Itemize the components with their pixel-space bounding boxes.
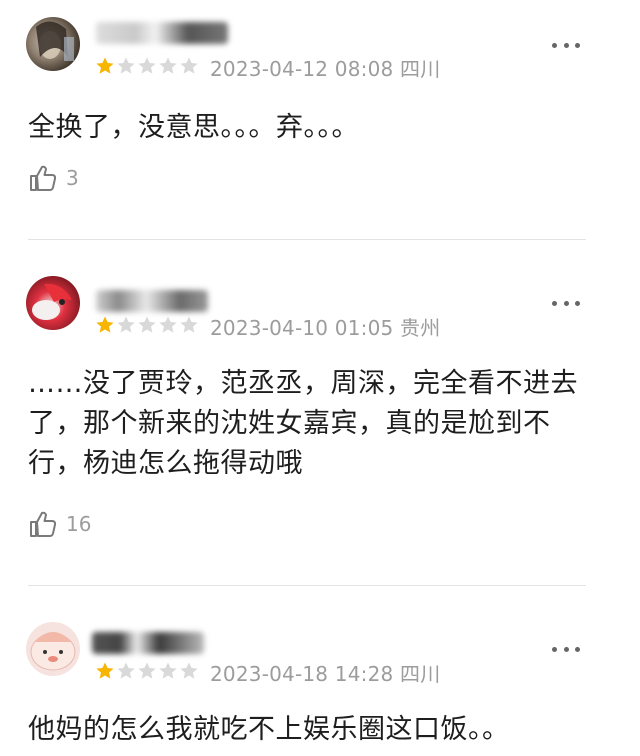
comment-date: 2023-04-12 08:08 <box>210 57 394 81</box>
star-icon <box>159 57 177 74</box>
comment-meta: 2023-04-10 01:05 贵州 <box>210 312 440 341</box>
star-rating <box>95 56 199 76</box>
star-icon <box>180 316 198 333</box>
star-icon <box>138 57 156 74</box>
comment-item: 2023-04-12 08:08 四川 全换了，没意思。。。弃。。。 3 <box>0 0 640 240</box>
star-icon <box>96 662 114 679</box>
like-button[interactable]: 3 <box>28 162 79 194</box>
comment-region: 四川 <box>400 57 441 81</box>
comment-text: ……没了贾玲，范丞丞，周深，完全看不进去了，那个新来的沈姓女嘉宾，真的是尬到不行… <box>28 368 578 479</box>
avatar[interactable] <box>26 622 80 676</box>
star-icon <box>96 316 114 333</box>
star-rating <box>95 661 199 681</box>
more-dots-icon[interactable] <box>552 299 580 307</box>
more-dots-icon[interactable] <box>552 645 580 653</box>
like-count: 3 <box>66 166 79 190</box>
avatar[interactable] <box>26 276 80 330</box>
username-blurred <box>96 22 228 44</box>
username-blurred <box>92 632 204 654</box>
like-button[interactable]: 16 <box>28 508 91 540</box>
star-icon <box>180 662 198 679</box>
avatar[interactable] <box>26 17 80 71</box>
star-icon <box>138 662 156 679</box>
like-count: 16 <box>66 512 92 536</box>
comment-text: 他妈的怎么我就吃不上娱乐圈这口饭。。 <box>28 714 510 745</box>
star-icon <box>117 57 135 74</box>
comment-date: 2023-04-18 14:28 <box>210 662 394 686</box>
comment-meta: 2023-04-12 08:08 四川 <box>210 53 440 82</box>
thumbs-up-icon <box>30 165 57 191</box>
star-icon <box>138 316 156 333</box>
comment-region: 四川 <box>400 662 441 686</box>
comment-meta: 2023-04-18 14:28 四川 <box>210 658 440 687</box>
star-rating <box>95 315 199 335</box>
star-icon <box>159 316 177 333</box>
comment-item: 2023-04-18 14:28 四川 他妈的怎么我就吃不上娱乐圈这口饭。。 <box>0 586 640 756</box>
comment-item: 2023-04-10 01:05 贵州 ……没了贾玲，范丞丞，周深，完全看不进去… <box>0 240 640 586</box>
star-icon <box>96 57 114 74</box>
star-icon <box>117 316 135 333</box>
username-blurred <box>96 290 208 312</box>
thumbs-up-icon <box>30 511 57 537</box>
star-icon <box>180 57 198 74</box>
comment-text: 全换了，没意思。。。弃。。。 <box>28 112 359 143</box>
comment-region: 贵州 <box>400 316 441 340</box>
star-icon <box>159 662 177 679</box>
comment-date: 2023-04-10 01:05 <box>210 316 394 340</box>
more-dots-icon[interactable] <box>552 41 580 49</box>
star-icon <box>117 662 135 679</box>
